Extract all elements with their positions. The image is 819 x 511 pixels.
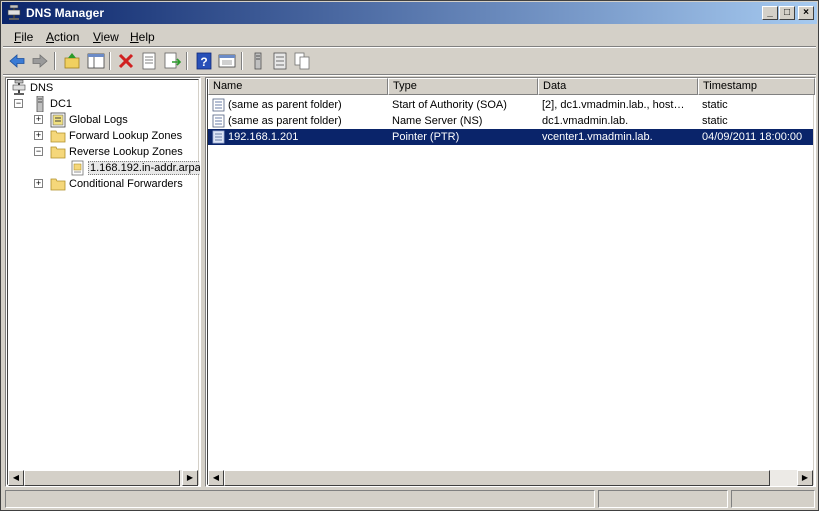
folder-icon	[50, 177, 66, 194]
list-horizontal-scrollbar[interactable]: ◀ ▶	[208, 470, 813, 486]
toolbar: ?	[2, 48, 817, 74]
scroll-right-arrow-icon[interactable]: ▶	[797, 470, 813, 486]
menu-view[interactable]: View	[93, 30, 119, 44]
properties-icon[interactable]	[139, 51, 159, 71]
column-header-name[interactable]: Name	[208, 78, 388, 95]
status-panel-main	[5, 490, 595, 508]
table-row-selected[interactable]: 192.168.1.201 Pointer (PTR) vcenter1.vma…	[208, 129, 813, 145]
minimize-button[interactable]: _	[762, 6, 778, 20]
dns-server-icon	[7, 4, 21, 21]
server-icon[interactable]	[248, 51, 268, 71]
column-header-data[interactable]: Data	[538, 78, 698, 95]
copy-icon[interactable]	[292, 51, 312, 71]
delete-icon[interactable]	[116, 51, 136, 71]
back-icon[interactable]	[7, 51, 27, 71]
list-icon[interactable]	[270, 51, 290, 71]
menu-action[interactable]: Action	[46, 30, 79, 44]
console-tree-pane[interactable]: DNS − DC1 + Global Logs + Forward Lookup…	[5, 77, 201, 487]
title-bar[interactable]: DNS Manager _ □ ×	[2, 2, 817, 24]
dns-manager-window: DNS Manager _ □ × File Action View Help	[0, 0, 819, 511]
help-icon[interactable]: ?	[194, 51, 214, 71]
table-row[interactable]: (same as parent folder) Name Server (NS)…	[208, 113, 813, 129]
menu-bar: File Action View Help	[2, 26, 817, 46]
dns-record-icon	[212, 98, 225, 112]
scroll-thumb[interactable]	[224, 470, 770, 486]
menu-file[interactable]: File	[14, 30, 33, 44]
dns-record-icon	[212, 130, 225, 144]
forward-icon[interactable]	[30, 51, 50, 71]
folder-icon	[50, 129, 66, 146]
column-header-type[interactable]: Type	[388, 78, 538, 95]
scroll-right-arrow-icon[interactable]: ▶	[182, 470, 198, 486]
up-folder-icon[interactable]	[62, 51, 82, 71]
status-panel-tertiary	[731, 490, 815, 508]
show-hide-tree-icon[interactable]	[86, 51, 106, 71]
table-row[interactable]: (same as parent folder) Start of Authori…	[208, 97, 813, 113]
status-panel-secondary	[598, 490, 728, 508]
expand-toggle[interactable]: +	[34, 131, 43, 140]
toolbar-separator	[3, 74, 816, 76]
scroll-thumb[interactable]	[24, 470, 180, 486]
expand-toggle[interactable]: +	[34, 179, 43, 188]
collapse-toggle[interactable]: −	[34, 147, 43, 156]
scroll-left-arrow-icon[interactable]: ◀	[208, 470, 224, 486]
zone-file-icon	[70, 160, 86, 179]
maximize-button[interactable]: □	[779, 6, 795, 20]
tree-horizontal-scrollbar[interactable]: ◀ ▶	[8, 470, 198, 486]
folder-icon	[50, 145, 66, 162]
column-header-timestamp[interactable]: Timestamp	[698, 78, 815, 95]
console-icon[interactable]	[217, 51, 237, 71]
expand-toggle[interactable]: +	[34, 115, 43, 124]
records-list-pane[interactable]: Name Type Data Timestamp (same as parent…	[205, 77, 816, 487]
export-list-icon[interactable]	[162, 51, 182, 71]
dns-server-icon	[12, 79, 26, 99]
close-button[interactable]: ×	[798, 6, 814, 20]
scroll-left-arrow-icon[interactable]: ◀	[8, 470, 24, 486]
window-title: DNS Manager	[26, 6, 105, 20]
svg-text:?: ?	[200, 55, 207, 69]
collapse-toggle[interactable]: −	[14, 99, 23, 108]
menu-help[interactable]: Help	[130, 30, 155, 44]
dns-record-icon	[212, 114, 225, 128]
status-bar	[2, 488, 817, 510]
server-icon	[34, 95, 46, 115]
